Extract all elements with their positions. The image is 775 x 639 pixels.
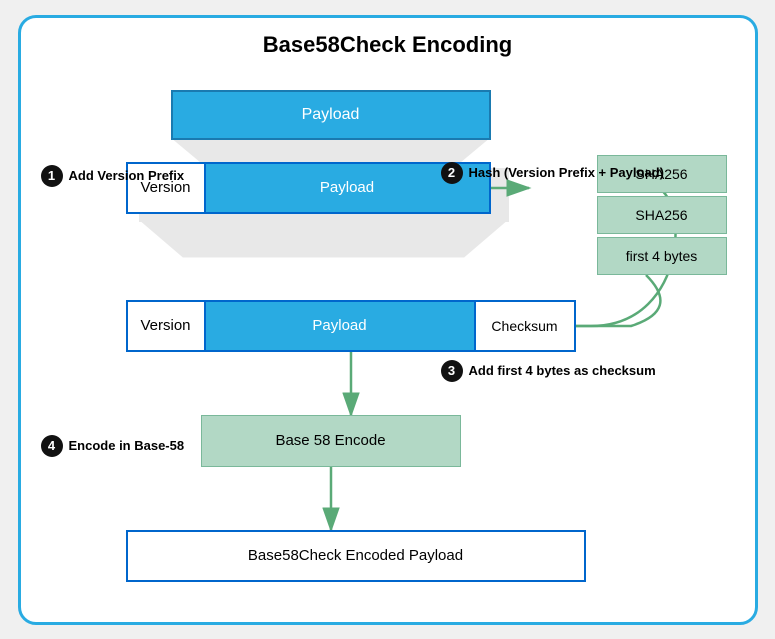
- main-container: Base58Check Encoding Payload 1 Add Versi…: [18, 15, 758, 625]
- first-4-bytes-box: first 4 bytes: [597, 237, 727, 275]
- diagram: Payload 1 Add Version Prefix Version Pay…: [31, 70, 745, 610]
- encoded-payload-box: Base58Check Encoded Payload: [126, 530, 586, 582]
- page-title: Base58Check Encoding: [31, 32, 745, 58]
- step2: 2 Hash (Version Prefix + Payload): [441, 162, 664, 184]
- step2-label: Hash (Version Prefix + Payload): [469, 165, 664, 180]
- trapezoid-bottom: [139, 220, 509, 258]
- step1-circle: 1: [41, 165, 63, 187]
- payload-lower-box: Payload: [206, 300, 476, 352]
- version-payload-checksum-row: Version Payload Checksum: [126, 300, 576, 352]
- step1-label: Add Version Prefix: [69, 168, 185, 183]
- sha256-box-2: SHA256: [597, 196, 727, 234]
- step4-circle: 4: [41, 435, 63, 457]
- step3-label: Add first 4 bytes as checksum: [469, 363, 656, 378]
- step4: 4 Encode in Base-58: [41, 435, 185, 457]
- step2-circle: 2: [441, 162, 463, 184]
- version-box-lower: Version: [126, 300, 206, 352]
- step4-label: Encode in Base-58: [69, 438, 185, 453]
- payload-top-box: Payload: [171, 90, 491, 140]
- step3-circle: 3: [441, 360, 463, 382]
- base58-encode-box: Base 58 Encode: [201, 415, 461, 467]
- step3: 3 Add first 4 bytes as checksum: [441, 360, 656, 382]
- checksum-box: Checksum: [476, 300, 576, 352]
- step1: 1 Add Version Prefix: [41, 165, 185, 187]
